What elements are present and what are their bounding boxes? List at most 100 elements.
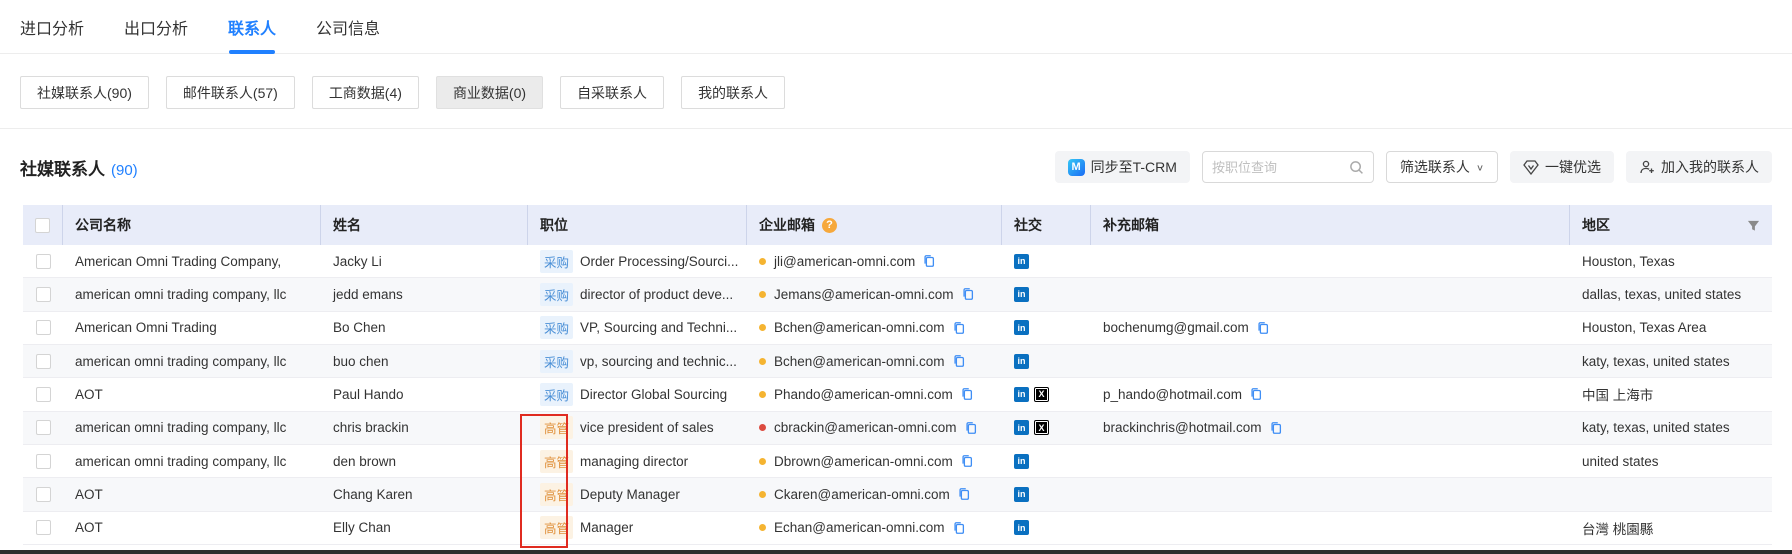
copy-icon[interactable] — [1249, 387, 1263, 401]
position-cell: 采购VP, Sourcing and Techni... — [528, 312, 747, 344]
extra-email-text[interactable]: bochenumg@gmail.com — [1103, 320, 1249, 335]
company-email-cell: jli@american-omni.com — [747, 245, 1002, 277]
one-click-select-label: 一键优选 — [1545, 157, 1601, 177]
region-cell: 中国 上海市 — [1570, 378, 1772, 410]
header-social: 社交 — [1002, 205, 1091, 245]
tab-export-analysis[interactable]: 出口分析 — [124, 0, 188, 54]
email-text[interactable]: jli@american-omni.com — [774, 254, 915, 269]
email-status-dot — [759, 424, 766, 431]
extra-email-cell — [1091, 345, 1570, 377]
search-icon[interactable] — [1349, 160, 1364, 175]
role-tag: 高管 — [540, 450, 573, 473]
copy-icon[interactable] — [1269, 421, 1283, 435]
email-text[interactable]: Echan@american-omni.com — [774, 520, 945, 535]
tab-contacts[interactable]: 联系人 — [228, 0, 276, 54]
copy-icon[interactable] — [952, 354, 966, 368]
row-checkbox[interactable] — [36, 354, 51, 369]
row-checkbox[interactable] — [36, 420, 51, 435]
filter-self-collected[interactable]: 自采联系人 — [560, 76, 664, 109]
add-to-my-contacts-button[interactable]: 加入我的联系人 — [1626, 151, 1772, 183]
table-row: AOTElly Chan高管ManagerEchan@american-omni… — [23, 512, 1772, 545]
linkedin-icon[interactable]: in — [1014, 520, 1029, 535]
email-text[interactable]: cbrackin@american-omni.com — [774, 420, 957, 435]
filter-social-contacts[interactable]: 社媒联系人(90) — [20, 76, 149, 109]
position-cell: 高管vice president of sales — [528, 412, 747, 444]
position-search-input[interactable] — [1212, 160, 1343, 175]
linkedin-icon[interactable]: in — [1014, 454, 1029, 469]
extra-email-cell: bochenumg@gmail.com — [1091, 312, 1570, 344]
linkedin-icon[interactable]: in — [1014, 320, 1029, 335]
header-extra-email: 补充邮箱 — [1091, 205, 1570, 245]
email-status-dot — [759, 258, 766, 265]
extra-email-text[interactable]: p_hando@hotmail.com — [1103, 387, 1242, 402]
social-cell: in — [1002, 245, 1091, 277]
tab-company-info[interactable]: 公司信息 — [316, 0, 380, 54]
email-help-icon[interactable]: ? — [822, 218, 837, 233]
sync-to-tcrm-button[interactable]: M 同步至T-CRM — [1055, 151, 1190, 183]
email-text[interactable]: Dbrown@american-omni.com — [774, 454, 953, 469]
table-row: AOTChang Karen高管Deputy ManagerCkaren@ame… — [23, 478, 1772, 511]
company-name-cell: american omni trading company, llc — [63, 345, 321, 377]
extra-email-text[interactable]: brackinchris@hotmail.com — [1103, 420, 1262, 435]
tab-import-analysis[interactable]: 进口分析 — [20, 0, 84, 54]
linkedin-icon[interactable]: in — [1014, 354, 1029, 369]
linkedin-icon[interactable]: in — [1014, 487, 1029, 502]
row-checkbox[interactable] — [36, 320, 51, 335]
copy-icon[interactable] — [1256, 321, 1270, 335]
region-filter-funnel-icon[interactable] — [1747, 219, 1760, 232]
table-row: American Omni Trading Company,Jacky Li采购… — [23, 245, 1772, 278]
linkedin-icon[interactable]: in — [1014, 420, 1029, 435]
bottom-scrollbar[interactable] — [0, 550, 1792, 554]
email-text[interactable]: Jemans@american-omni.com — [774, 287, 954, 302]
contact-name-cell: Paul Hando — [321, 378, 528, 410]
copy-icon[interactable] — [952, 321, 966, 335]
copy-icon[interactable] — [957, 487, 971, 501]
region-cell: katy, texas, united states — [1570, 345, 1772, 377]
copy-icon[interactable] — [960, 454, 974, 468]
copy-icon[interactable] — [961, 287, 975, 301]
position-text: Deputy Manager — [580, 487, 680, 502]
page-tabs: 进口分析 出口分析 联系人 公司信息 — [0, 0, 1792, 54]
copy-icon[interactable] — [960, 387, 974, 401]
filter-email-contacts[interactable]: 邮件联系人(57) — [166, 76, 295, 109]
row-checkbox[interactable] — [36, 520, 51, 535]
email-text[interactable]: Bchen@american-omni.com — [774, 320, 945, 335]
copy-icon[interactable] — [922, 254, 936, 268]
section-title: 社媒联系人(90) — [20, 155, 138, 180]
social-cell: in — [1002, 278, 1091, 310]
t-crm-logo-icon: M — [1068, 159, 1085, 176]
linkedin-icon[interactable]: in — [1014, 387, 1029, 402]
x-icon[interactable]: X — [1034, 420, 1049, 435]
filter-business-registry[interactable]: 工商数据(4) — [312, 76, 419, 109]
company-email-cell: Ckaren@american-omni.com — [747, 478, 1002, 510]
linkedin-icon[interactable]: in — [1014, 254, 1029, 269]
x-icon[interactable]: X — [1034, 387, 1049, 402]
filter-commercial-data[interactable]: 商业数据(0) — [436, 76, 543, 109]
filter-contacts-dropdown[interactable]: 筛选联系人 ∨ — [1386, 151, 1498, 183]
email-text[interactable]: Phando@american-omni.com — [774, 387, 953, 402]
social-cell: in — [1002, 345, 1091, 377]
social-cell: in — [1002, 512, 1091, 544]
company-name-cell: American Omni Trading Company, — [63, 245, 321, 277]
role-tag: 高管 — [540, 483, 573, 506]
row-checkbox[interactable] — [36, 254, 51, 269]
row-checkbox[interactable] — [36, 287, 51, 302]
linkedin-icon[interactable]: in — [1014, 287, 1029, 302]
social-cell: in — [1002, 478, 1091, 510]
position-text: vice president of sales — [580, 420, 714, 435]
region-cell: katy, texas, united states — [1570, 412, 1772, 444]
one-click-select-button[interactable]: 一键优选 — [1510, 151, 1614, 183]
row-checkbox[interactable] — [36, 454, 51, 469]
position-text: managing director — [580, 454, 688, 469]
email-text[interactable]: Bchen@american-omni.com — [774, 354, 945, 369]
row-checkbox[interactable] — [36, 387, 51, 402]
copy-icon[interactable] — [964, 421, 978, 435]
filter-my-contacts[interactable]: 我的联系人 — [681, 76, 785, 109]
email-text[interactable]: Ckaren@american-omni.com — [774, 487, 950, 502]
role-tag: 采购 — [540, 283, 573, 306]
company-name-cell: American Omni Trading — [63, 312, 321, 344]
select-all-checkbox[interactable] — [35, 218, 50, 233]
copy-icon[interactable] — [952, 521, 966, 535]
role-tag: 采购 — [540, 350, 573, 373]
row-checkbox[interactable] — [36, 487, 51, 502]
